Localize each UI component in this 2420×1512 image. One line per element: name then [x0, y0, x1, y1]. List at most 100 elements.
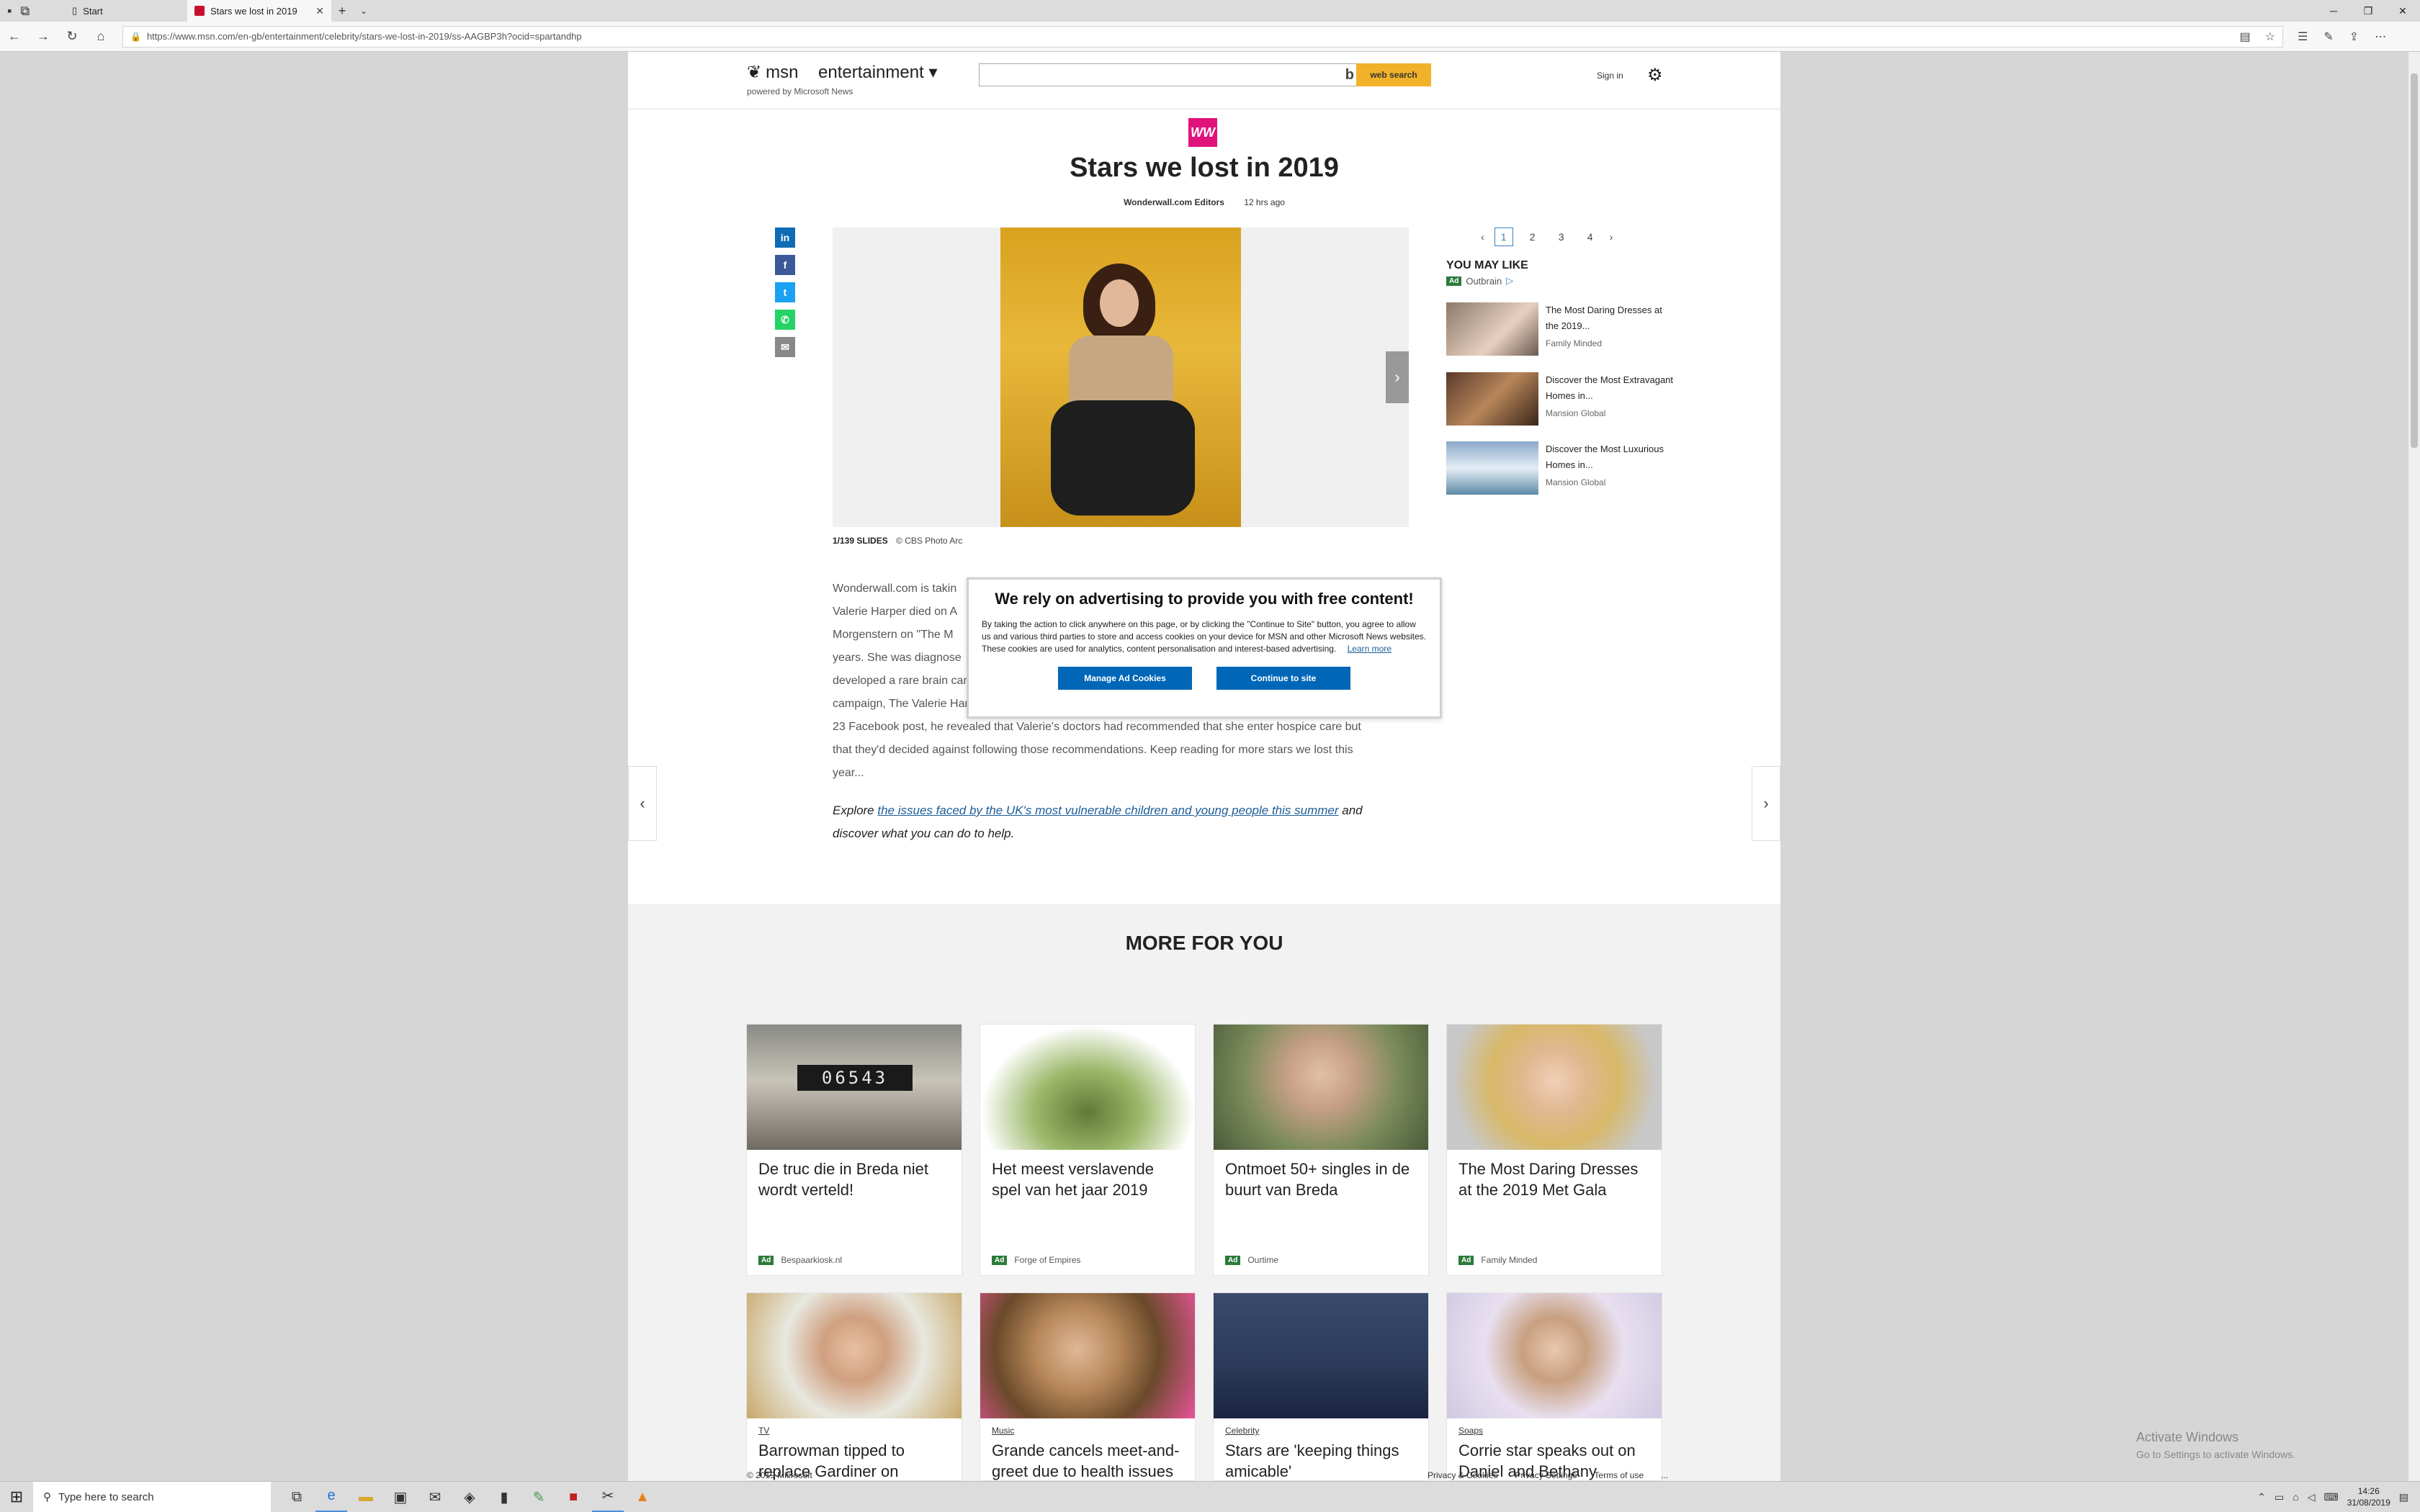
- card-title: Ontmoet 50+ singles in de buurt van Bred…: [1225, 1160, 1410, 1199]
- tab-stars-we-lost[interactable]: Stars we lost in 2019 ✕: [187, 0, 331, 22]
- recommendation-item[interactable]: The Most Daring Dresses at the 2019... F…: [1446, 302, 1677, 356]
- section-dropdown[interactable]: entertainment ▾: [818, 62, 937, 83]
- snip-tool-icon[interactable]: ✂: [592, 1482, 624, 1512]
- page-2[interactable]: 2: [1523, 228, 1542, 246]
- footer-links: Privacy & Cookies Privacy Settings Terms…: [1428, 1470, 1668, 1480]
- favorite-star-icon[interactable]: ☆: [2265, 30, 2275, 44]
- tab-start[interactable]: ▯ Start: [65, 0, 187, 22]
- paint-icon[interactable]: ✎: [523, 1482, 555, 1512]
- network-icon[interactable]: ⌂: [2293, 1491, 2298, 1503]
- close-tab-icon[interactable]: ✕: [315, 5, 324, 17]
- twitter-icon[interactable]: t: [775, 282, 795, 302]
- previous-gallery-button[interactable]: ‹: [628, 766, 657, 841]
- web-search-button[interactable]: web search: [1356, 63, 1431, 86]
- next-gallery-button[interactable]: ›: [1752, 766, 1780, 841]
- share-icon[interactable]: ⇪: [2349, 30, 2359, 44]
- story-card[interactable]: Ontmoet 50+ singles in de buurt van Bred…: [1213, 1024, 1429, 1276]
- edge-icon[interactable]: e: [315, 1482, 347, 1512]
- explore-link[interactable]: the issues faced by the UK's most vulner…: [877, 804, 1338, 817]
- favorites-icon[interactable]: ☰: [2298, 30, 2308, 44]
- vlc-icon[interactable]: ▲: [627, 1482, 658, 1512]
- terms-of-use-link[interactable]: Terms of use: [1594, 1470, 1644, 1480]
- page-1[interactable]: 1: [1494, 228, 1513, 246]
- rec-title: Discover the Most Luxurious Homes in...: [1546, 444, 1664, 470]
- whatsapp-icon[interactable]: ✆: [775, 310, 795, 330]
- story-card[interactable]: Music Grande cancels meet-and-greet due …: [980, 1292, 1196, 1481]
- manage-ad-cookies-button[interactable]: Manage Ad Cookies: [1058, 667, 1192, 690]
- terminal-icon[interactable]: ▮: [488, 1482, 520, 1512]
- linkedin-icon[interactable]: in: [775, 228, 795, 248]
- tab-list-chevron-icon[interactable]: ⌄: [353, 0, 375, 22]
- outbrain-attribution[interactable]: Ad Outbrain ▷: [1446, 275, 1513, 287]
- author[interactable]: Wonderwall.com Editors: [1124, 197, 1224, 207]
- notifications-icon[interactable]: ▤: [2399, 1491, 2408, 1503]
- keyboard-icon[interactable]: ⌨: [2323, 1491, 2338, 1503]
- refresh-button[interactable]: ↻: [58, 22, 86, 52]
- restore-button[interactable]: ❐: [2351, 0, 2385, 22]
- set-aside-tabs-icon[interactable]: ▪: [7, 4, 12, 19]
- story-card[interactable]: Het meest verslavende spel van het jaar …: [980, 1024, 1196, 1276]
- store-icon[interactable]: ▣: [385, 1482, 416, 1512]
- card-image: 06543: [747, 1025, 962, 1150]
- gear-icon[interactable]: ⚙: [1647, 65, 1663, 86]
- back-button[interactable]: ←: [0, 22, 29, 52]
- close-window-button[interactable]: ✕: [2385, 0, 2420, 22]
- page-3[interactable]: 3: [1552, 228, 1571, 246]
- watermark-subtitle: Go to Settings to activate Windows.: [2136, 1449, 2295, 1460]
- card-category[interactable]: Music: [980, 1418, 1195, 1436]
- story-card[interactable]: Celebrity Stars are 'keeping things amic…: [1213, 1292, 1429, 1481]
- task-view-icon[interactable]: ⧉: [281, 1482, 313, 1512]
- battery-icon[interactable]: ▭: [2275, 1491, 2284, 1503]
- recommendation-item[interactable]: Discover the Most Luxurious Homes in... …: [1446, 441, 1677, 495]
- card-category[interactable]: TV: [747, 1418, 962, 1436]
- next-slide-button[interactable]: ›: [1386, 351, 1409, 403]
- card-category[interactable]: Celebrity: [1214, 1418, 1428, 1436]
- new-tab-button[interactable]: +: [331, 0, 353, 22]
- address-bar[interactable]: 🔒 https://www.msn.com/en-gb/entertainmen…: [122, 25, 2283, 48]
- more-icon[interactable]: ⋯: [2375, 30, 2386, 44]
- facebook-icon[interactable]: f: [775, 255, 795, 275]
- volume-icon[interactable]: ◁: [2308, 1491, 2316, 1503]
- learn-more-link[interactable]: Learn more: [1348, 644, 1392, 654]
- page-scrollbar[interactable]: [2408, 52, 2420, 1481]
- sign-in-link[interactable]: Sign in: [1597, 71, 1623, 81]
- page-4[interactable]: 4: [1581, 228, 1600, 246]
- card-footer: Ad Bespaarkiosk.nl: [758, 1255, 842, 1265]
- mail-icon[interactable]: ✉: [419, 1482, 451, 1512]
- app-icon[interactable]: ◈: [454, 1482, 485, 1512]
- photo-credit: © CBS Photo Arc: [896, 536, 963, 546]
- notes-icon[interactable]: ✎: [2323, 30, 2333, 44]
- scrollbar-thumb[interactable]: [2411, 73, 2418, 448]
- file-explorer-icon[interactable]: ▬: [350, 1482, 382, 1512]
- privacy-cookies-link[interactable]: Privacy & Cookies: [1428, 1470, 1497, 1480]
- chevron-up-icon[interactable]: ⌃: [2257, 1491, 2266, 1503]
- privacy-settings-link[interactable]: Privacy Settings: [1515, 1470, 1577, 1480]
- msn-logo[interactable]: ❦ msn: [747, 62, 798, 83]
- chevron-right-icon[interactable]: ›: [1610, 231, 1613, 243]
- minimize-button[interactable]: ─: [2316, 0, 2351, 22]
- wonderwall-logo[interactable]: WW: [1188, 118, 1217, 147]
- forward-button[interactable]: →: [29, 22, 58, 52]
- tab-preview-icon[interactable]: ⧉: [20, 4, 30, 19]
- address-toolbar: ← → ↻ ⌂ 🔒 https://www.msn.com/en-gb/ente…: [0, 22, 2420, 52]
- card-title: Het meest verslavende spel van het jaar …: [992, 1160, 1154, 1199]
- clock[interactable]: 14:26 31/08/2019: [2347, 1485, 2390, 1508]
- footer-more-link[interactable]: ...: [1661, 1470, 1668, 1480]
- story-card[interactable]: 06543 De truc die in Breda niet wordt ve…: [746, 1024, 962, 1276]
- search-input[interactable]: b: [979, 63, 1359, 86]
- recommendation-item[interactable]: Discover the Most Extravagant Homes in..…: [1446, 372, 1677, 426]
- home-button[interactable]: ⌂: [86, 22, 115, 52]
- story-card[interactable]: TV Barrowman tipped to replace Gardiner …: [746, 1292, 962, 1501]
- story-card[interactable]: Soaps Corrie star speaks out on Daniel a…: [1446, 1292, 1662, 1501]
- taskbar-search[interactable]: ⚲ Type here to search: [33, 1481, 271, 1512]
- red-app-icon[interactable]: ■: [557, 1482, 589, 1512]
- card-category[interactable]: Soaps: [1447, 1418, 1662, 1436]
- rec-thumbnail: [1446, 441, 1538, 495]
- email-icon[interactable]: ✉: [775, 337, 795, 357]
- continue-to-site-button[interactable]: Continue to site: [1216, 667, 1350, 690]
- slide-counter: 1/139 SLIDES © CBS Photo Arc: [833, 536, 962, 546]
- chevron-left-icon[interactable]: ‹: [1481, 231, 1484, 243]
- story-card[interactable]: The Most Daring Dresses at the 2019 Met …: [1446, 1024, 1662, 1276]
- start-button[interactable]: ⊞: [0, 1482, 33, 1512]
- reading-view-icon[interactable]: ▤: [2240, 30, 2251, 44]
